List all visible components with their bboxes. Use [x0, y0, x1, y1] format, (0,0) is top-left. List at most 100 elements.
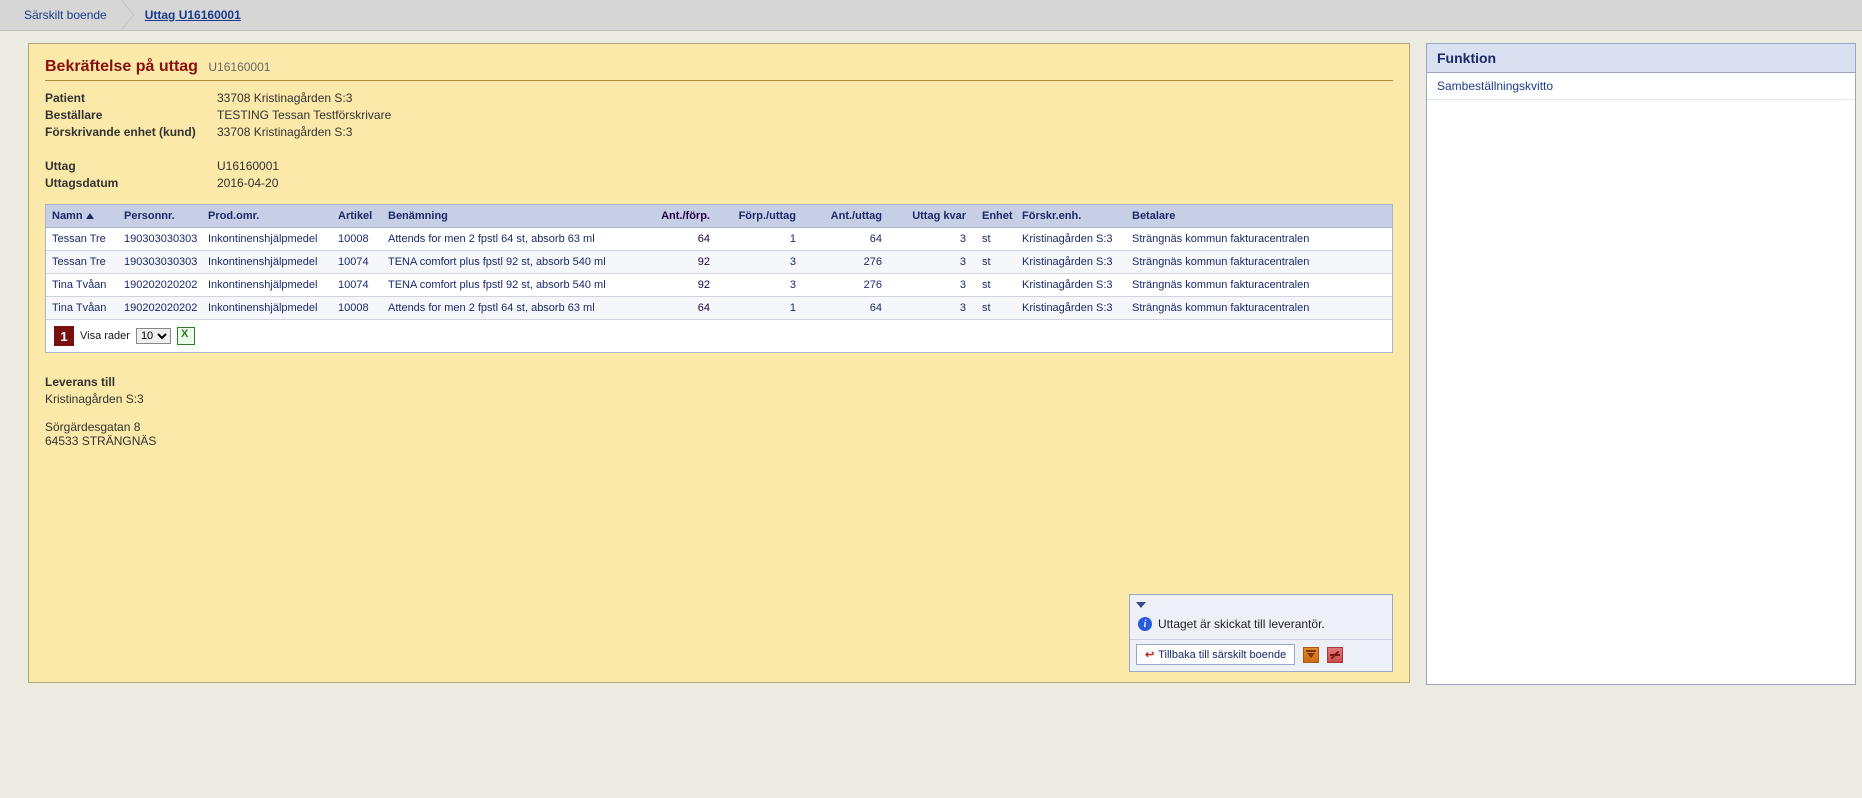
table-row: Tina Tvåan190202020202Inkontinenshjälpme…: [46, 297, 1392, 320]
back-button[interactable]: ↩ Tillbaka till särskilt boende: [1136, 644, 1295, 665]
col-forp-uttag[interactable]: Förp./uttag: [716, 205, 802, 227]
cell-forp-uttag: 3: [716, 251, 802, 273]
cell-enhet: st: [972, 251, 1016, 273]
breadcrumb-current[interactable]: Uttag U16160001: [131, 0, 255, 30]
table-row: Tessan Tre190303030303Inkontinenshjälpme…: [46, 228, 1392, 251]
cell-prodomr: Inkontinenshjälpmedel: [202, 228, 332, 250]
col-ant-forp[interactable]: Ant./förp.: [644, 205, 716, 227]
col-personnr[interactable]: Personnr.: [118, 205, 202, 227]
cell-uttag-kvar: 3: [888, 228, 972, 250]
cell-uttag-kvar: 3: [888, 297, 972, 319]
page-title: Bekräftelse på uttag U16160001: [45, 58, 1393, 81]
cell-ant-uttag: 276: [802, 251, 888, 273]
value-patient: 33708 Kristinagården S:3: [217, 91, 352, 105]
side-panel: Funktion Sambeställningskvitto: [1426, 43, 1856, 685]
cell-prodomr: Inkontinenshjälpmedel: [202, 274, 332, 296]
cell-benamning: TENA comfort plus fpstl 92 st, absorb 54…: [382, 251, 644, 273]
cell-betalare: Strängnäs kommun fakturacentralen: [1126, 297, 1392, 319]
export-excel-icon[interactable]: [177, 327, 195, 345]
table-header: Namn Personnr. Prod.omr. Artikel Benämni…: [46, 205, 1392, 228]
cell-benamning: Attends for men 2 fpstl 64 st, absorb 63…: [382, 297, 644, 319]
value-uttag: U16160001: [217, 159, 279, 173]
cell-enhet: st: [972, 297, 1016, 319]
action-icon-1[interactable]: [1303, 647, 1319, 663]
cell-artikel: 10008: [332, 297, 382, 319]
status-action-box: i Uttaget är skickat till leverantör. ↩ …: [1129, 594, 1393, 672]
cell-prodomr: Inkontinenshjälpmedel: [202, 251, 332, 273]
cell-name: Tina Tvåan: [46, 274, 118, 296]
confirmation-panel: Bekräftelse på uttag U16160001 Patient33…: [28, 43, 1410, 683]
table-row: Tessan Tre190303030303Inkontinenshjälpme…: [46, 251, 1392, 274]
col-betalare[interactable]: Betalare: [1126, 205, 1392, 227]
label-datum: Uttagsdatum: [45, 176, 217, 190]
cell-enhet: st: [972, 228, 1016, 250]
value-bestallare: TESTING Tessan Testförskrivare: [217, 108, 391, 122]
col-ant-uttag[interactable]: Ant./uttag: [802, 205, 888, 227]
cell-forp-uttag: 3: [716, 274, 802, 296]
cell-name: Tessan Tre: [46, 251, 118, 273]
cell-personnr: 190202020202: [118, 274, 202, 296]
action-icon-2[interactable]: [1327, 647, 1343, 663]
col-artikel[interactable]: Artikel: [332, 205, 382, 227]
label-kund: Förskrivande enhet (kund): [45, 125, 217, 139]
table-row: Tina Tvåan190202020202Inkontinenshjälpme…: [46, 274, 1392, 297]
cell-forskr-enh: Kristinagården S:3: [1016, 228, 1126, 250]
items-table: Namn Personnr. Prod.omr. Artikel Benämni…: [45, 204, 1393, 353]
cell-name: Tessan Tre: [46, 228, 118, 250]
delivery-line3: 64533 STRÄNGNÄS: [45, 434, 1393, 448]
cell-personnr: 190202020202: [118, 297, 202, 319]
box-collapse-toggle[interactable]: [1130, 595, 1392, 613]
col-benamning[interactable]: Benämning: [382, 205, 644, 227]
side-link-sambestallningskvitto[interactable]: Sambeställningskvitto: [1427, 73, 1855, 100]
cell-name: Tina Tvåan: [46, 297, 118, 319]
cell-forp-uttag: 1: [716, 297, 802, 319]
cell-forskr-enh: Kristinagården S:3: [1016, 297, 1126, 319]
delivery-line1: Kristinagården S:3: [45, 392, 1393, 406]
info-icon: i: [1138, 617, 1152, 631]
rows-select[interactable]: 10: [136, 328, 171, 344]
side-heading: Funktion: [1427, 44, 1855, 73]
status-message: Uttaget är skickat till leverantör.: [1158, 617, 1325, 631]
cell-betalare: Strängnäs kommun fakturacentralen: [1126, 251, 1392, 273]
delivery-block: Leverans till Kristinagården S:3 Sörgärd…: [45, 375, 1393, 448]
cell-forskr-enh: Kristinagården S:3: [1016, 274, 1126, 296]
page-number[interactable]: 1: [54, 326, 74, 346]
rows-label: Visa rader: [80, 330, 130, 342]
label-patient: Patient: [45, 91, 217, 105]
col-name[interactable]: Namn: [46, 205, 118, 227]
cell-forp-uttag: 1: [716, 228, 802, 250]
delivery-line2: Sörgärdesgatan 8: [45, 420, 1393, 434]
cell-uttag-kvar: 3: [888, 251, 972, 273]
value-kund: 33708 Kristinagården S:3: [217, 125, 352, 139]
cell-benamning: TENA comfort plus fpstl 92 st, absorb 54…: [382, 274, 644, 296]
cell-artikel: 10074: [332, 274, 382, 296]
col-forskr-enh[interactable]: Förskr.enh.: [1016, 205, 1126, 227]
cell-ant-forp: 92: [644, 251, 716, 273]
cell-benamning: Attends for men 2 fpstl 64 st, absorb 63…: [382, 228, 644, 250]
cell-ant-uttag: 64: [802, 228, 888, 250]
chevron-down-icon: [1136, 602, 1146, 608]
cell-ant-uttag: 276: [802, 274, 888, 296]
breadcrumb: Särskilt boende Uttag U16160001: [0, 0, 1862, 31]
cell-personnr: 190303030303: [118, 228, 202, 250]
value-datum: 2016-04-20: [217, 176, 278, 190]
page-code: U16160001: [208, 60, 270, 74]
col-uttag-kvar[interactable]: Uttag kvar: [888, 205, 972, 227]
page-title-text: Bekräftelse på uttag: [45, 58, 198, 75]
col-enhet[interactable]: Enhet: [972, 205, 1016, 227]
cell-ant-forp: 92: [644, 274, 716, 296]
back-button-label: Tillbaka till särskilt boende: [1158, 649, 1286, 661]
cell-ant-forp: 64: [644, 228, 716, 250]
cell-betalare: Strängnäs kommun fakturacentralen: [1126, 274, 1392, 296]
delivery-heading: Leverans till: [45, 375, 1393, 389]
sort-asc-icon: [86, 213, 94, 219]
breadcrumb-root[interactable]: Särskilt boende: [10, 0, 121, 30]
cell-forskr-enh: Kristinagården S:3: [1016, 251, 1126, 273]
cell-personnr: 190303030303: [118, 251, 202, 273]
cell-artikel: 10074: [332, 251, 382, 273]
label-uttag: Uttag: [45, 159, 217, 173]
back-arrow-icon: ↩: [1145, 648, 1154, 661]
cell-enhet: st: [972, 274, 1016, 296]
col-prodomr[interactable]: Prod.omr.: [202, 205, 332, 227]
cell-artikel: 10008: [332, 228, 382, 250]
